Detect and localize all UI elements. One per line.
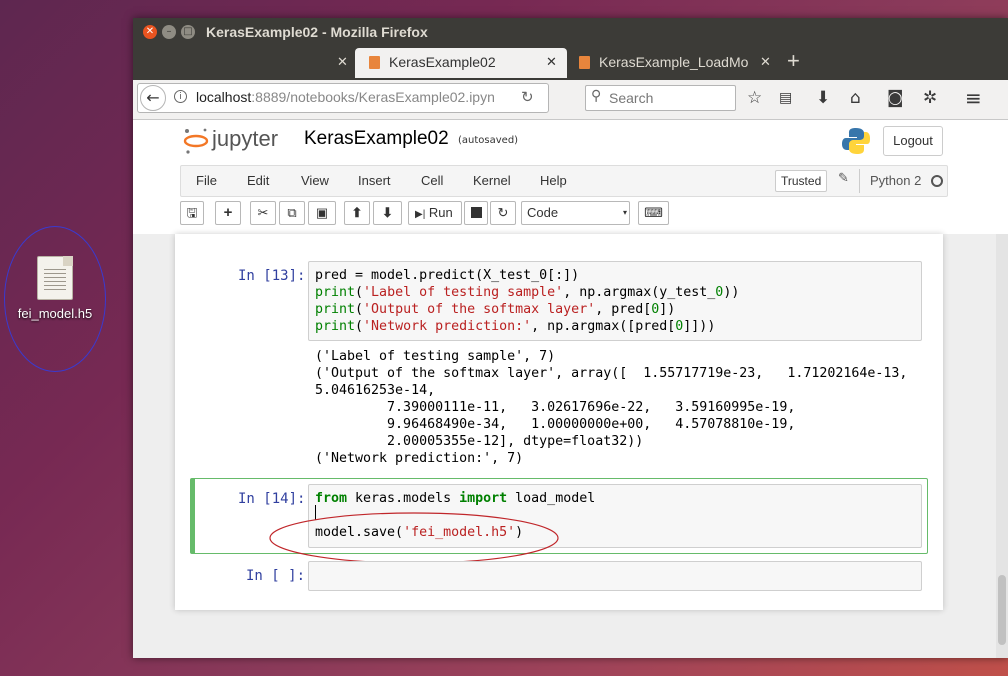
run-label: Run [428, 205, 453, 220]
close-window-icon[interactable]: ✕ [143, 25, 157, 39]
trusted-indicator[interactable]: Trusted [775, 170, 828, 192]
interrupt-button[interactable] [464, 201, 488, 225]
titlebar: ✕ – □ KerasExample02 - Mozilla Firefox [133, 18, 1008, 46]
new-tab-icon[interactable]: + [787, 48, 800, 76]
step-forward-icon: ▶| [415, 209, 426, 220]
bookmark-star-icon[interactable]: ☆ [747, 88, 762, 108]
paste-icon: ▣ [315, 205, 329, 220]
tab-close-prev[interactable]: ✕ [337, 48, 355, 76]
close-icon[interactable]: ✕ [337, 54, 348, 70]
arrow-down-icon: ⬇ [382, 205, 393, 220]
tab-keras-example-02[interactable]: KerasExample02 ✕ [355, 48, 567, 78]
reload-icon[interactable]: ↻ [521, 88, 534, 106]
reading-list-icon[interactable]: ▤ [779, 88, 792, 108]
menu-help[interactable]: Help [540, 173, 567, 188]
menu-edit[interactable]: Edit [247, 173, 269, 188]
menu-cell[interactable]: Cell [421, 173, 443, 188]
save-button[interactable]: 🖫 [180, 201, 204, 225]
cut-button[interactable]: ✂ [250, 201, 276, 225]
info-icon[interactable]: i [174, 90, 187, 103]
notebook-favicon-icon [579, 56, 590, 69]
output-line: ('Output of the softmax layer', array([ … [315, 366, 908, 381]
jupyter-logo-text: jupyter [212, 126, 279, 151]
output-line: 2.00005355e-12], dtype=float32)) [315, 434, 644, 449]
search-icon: ⚲ [591, 88, 602, 104]
code-cell-empty[interactable] [308, 561, 922, 591]
close-icon[interactable]: ✕ [546, 54, 557, 70]
cell-prompt: In [ ]: [246, 568, 306, 584]
python-logo-icon [842, 128, 870, 154]
output-line: ('Network prediction:', 7) [315, 451, 524, 466]
menu-view[interactable]: View [301, 173, 329, 188]
move-up-button[interactable]: ⬆ [344, 201, 370, 225]
notebook-container: In [13]: pred = model.predict(X_test_0[:… [175, 234, 943, 610]
cell-type-value: Code [527, 205, 559, 220]
cell-type-select[interactable]: Code ▾ [521, 201, 630, 225]
refresh-icon: ↻ [497, 205, 509, 220]
menu-file[interactable]: File [196, 173, 217, 188]
logout-button[interactable]: Logout [883, 126, 943, 156]
tab-label: KerasExample_LoadMo [599, 54, 749, 70]
firefox-window: ✕ – □ KerasExample02 - Mozilla Firefox ✕… [133, 18, 1008, 658]
navigation-bar: ← i localhost:8889/notebooks/KerasExampl… [133, 80, 1008, 120]
url-host: localhost [196, 89, 252, 105]
maximize-window-icon[interactable]: □ [181, 25, 195, 39]
move-down-button[interactable]: ⬇ [373, 201, 402, 225]
menu-insert[interactable]: Insert [358, 173, 391, 188]
home-icon[interactable]: ⌂ [850, 88, 861, 108]
minimize-window-icon[interactable]: – [162, 25, 176, 39]
search-placeholder: Search [609, 90, 654, 106]
restart-button[interactable]: ↻ [490, 201, 516, 225]
cell-prompt: In [14]: [238, 491, 306, 507]
search-input[interactable]: ⚲ Search [585, 85, 736, 111]
desktop-file-label: fei_model.h5 [17, 306, 93, 321]
command-palette-button[interactable]: ⌨ [638, 201, 669, 225]
hamburger-menu-icon[interactable]: ≡ [965, 88, 982, 108]
kernel-idle-icon [931, 175, 943, 187]
tab-keras-example-load[interactable]: KerasExample_LoadMo ✕ [567, 48, 777, 76]
keyboard-icon: ⌨ [644, 205, 663, 220]
annotation-ellipse [269, 512, 559, 564]
copy-icon: ⧉ [287, 205, 297, 220]
jupyter-menubar: File Edit View Insert Cell Kernel Help T… [180, 165, 948, 197]
cell-prompt: In [13]: [238, 268, 306, 284]
pencil-icon[interactable]: ✎ [838, 171, 849, 186]
url-path: :8889/notebooks/KerasExample02.ipyn [251, 89, 495, 105]
notebook-favicon-icon [369, 56, 380, 69]
plus-icon: + [223, 204, 233, 221]
close-icon[interactable]: ✕ [760, 54, 771, 70]
menu-kernel[interactable]: Kernel [473, 173, 511, 188]
paste-button[interactable]: ▣ [308, 201, 336, 225]
output-line: ('Label of testing sample', 7) [315, 349, 556, 364]
file-icon [37, 256, 73, 300]
extension-icon[interactable]: ✲ [923, 88, 937, 108]
desktop-file-icon[interactable]: fei_model.h5 [4, 226, 106, 372]
arrow-up-icon: ⬆ [351, 205, 363, 220]
code-cell-13-source: pred = model.predict(X_test_0[:]) print(… [315, 268, 740, 334]
output-line: 9.96468490e-34, 1.00000000e+00, 4.570788… [315, 417, 796, 432]
output-line: 5.04616253e-14, [315, 383, 436, 398]
scrollbar-thumb[interactable] [998, 575, 1006, 645]
download-icon[interactable]: ⬇ [816, 88, 830, 108]
copy-button[interactable]: ⧉ [279, 201, 305, 225]
kernel-name: Python 2 [870, 173, 922, 188]
stop-icon [470, 207, 482, 218]
kernel-divider [859, 169, 860, 193]
tab-label: KerasExample02 [389, 54, 496, 70]
url-bar[interactable]: ← i localhost:8889/notebooks/KerasExampl… [137, 83, 549, 113]
notebook-name[interactable]: KerasExample02 [304, 128, 449, 150]
back-icon[interactable]: ← [140, 85, 166, 111]
jupyter-logo-icon [183, 128, 209, 154]
output-line: 7.39000111e-11, 3.02617696e-22, 3.591609… [315, 400, 796, 415]
insert-cell-button[interactable]: + [215, 201, 241, 225]
scissors-icon: ✂ [257, 205, 269, 220]
pocket-icon[interactable]: ◙ [887, 88, 904, 108]
save-icon: 🖫 [186, 205, 198, 220]
window-title: KerasExample02 - Mozilla Firefox [206, 24, 428, 40]
run-button[interactable]: ▶| Run [408, 201, 462, 225]
jupyter-page: jupyter KerasExample02 (autosaved) Logou… [133, 120, 1008, 658]
save-status: (autosaved) [458, 135, 519, 146]
select-arrow-icon: ▾ [622, 208, 627, 217]
jupyter-header: jupyter KerasExample02 (autosaved) Logou… [133, 120, 1008, 165]
